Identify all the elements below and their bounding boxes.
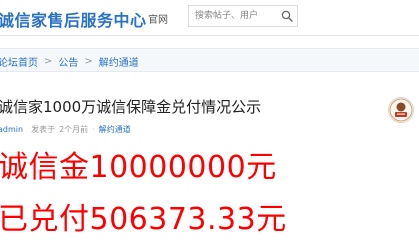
- site-title[interactable]: 诚信家售后服务中心: [0, 7, 147, 31]
- top-header: 诚信家售后服务中心 官网: [0, 0, 419, 36]
- paid-amount-text: 已兑付506373.33元: [0, 202, 287, 237]
- breadcrumb-separator: >: [44, 56, 53, 67]
- thread-title: 诚信家1000万诚信保障金兑付情况公示: [0, 98, 262, 116]
- seal-badge-icon: [388, 97, 414, 123]
- search-input[interactable]: [189, 6, 277, 26]
- search-box: [188, 5, 298, 27]
- posted-label: 发表于: [31, 125, 56, 134]
- breadcrumb-bar: 论坛首页 > 公告 > 解约通道: [0, 48, 419, 72]
- breadcrumb-separator: >: [84, 56, 93, 67]
- author-link[interactable]: admin: [0, 125, 23, 134]
- breadcrumb-item-forum-home[interactable]: 论坛首页: [0, 54, 38, 69]
- thread-meta: admin 发表于 2个月前 · 解约通道: [0, 124, 131, 135]
- breadcrumb-item-announcements[interactable]: 公告: [58, 54, 78, 69]
- breadcrumb: 论坛首页 > 公告 > 解约通道: [0, 54, 139, 69]
- posted-time: 2个月前: [59, 125, 89, 134]
- forum-link[interactable]: 解约通道: [99, 124, 131, 135]
- breadcrumb-item-termination[interactable]: 解约通道: [99, 54, 139, 69]
- nav-home-link[interactable]: 官网: [148, 11, 168, 26]
- search-icon[interactable]: [277, 6, 297, 26]
- meta-separator: ·: [92, 125, 95, 134]
- deposit-total-text: 诚信金10000000元: [0, 150, 277, 185]
